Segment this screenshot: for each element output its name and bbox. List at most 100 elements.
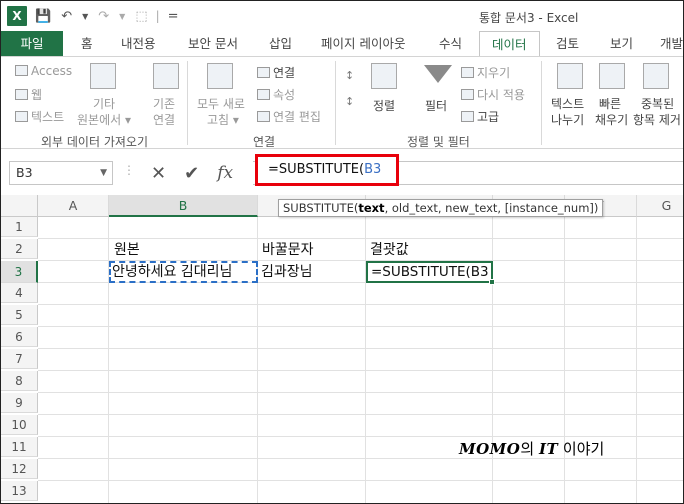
tab-security-docs[interactable]: 보안 문서: [188, 31, 238, 56]
row-header-12[interactable]: 12: [1, 459, 38, 479]
text-to-columns-icon[interactable]: [557, 63, 583, 89]
connections-icon: [257, 67, 270, 78]
properties-button[interactable]: 속성: [257, 86, 295, 103]
flash-fill-icon[interactable]: [599, 63, 625, 89]
cancel-icon[interactable]: ✕: [151, 163, 166, 184]
remove-duplicates-button[interactable]: 항목 제거: [633, 111, 681, 128]
insert-function-icon[interactable]: fx: [217, 163, 233, 183]
existing-connections-icon[interactable]: [153, 63, 179, 89]
qat-separator: |: [155, 9, 160, 23]
text-to-columns-button[interactable]: 나누기: [551, 111, 584, 128]
filter-icon[interactable]: [424, 65, 452, 83]
undo-dropdown-icon[interactable]: ▼: [80, 12, 90, 21]
column-header-b[interactable]: B: [109, 195, 258, 217]
advanced-filter-button[interactable]: 고급: [461, 108, 499, 125]
gridline: [38, 370, 683, 371]
cell-d2[interactable]: 결괏값: [367, 240, 409, 260]
tooltip-function-name: SUBSTITUTE(: [283, 201, 359, 215]
other-sources-icon[interactable]: [90, 63, 116, 89]
filter-button[interactable]: 필터: [425, 97, 447, 114]
select-all-corner[interactable]: [1, 195, 38, 217]
tab-insert[interactable]: 삽입: [269, 31, 292, 56]
formula-bar-splitter[interactable]: ⋮: [123, 163, 135, 177]
reapply-icon: [461, 89, 474, 100]
row-header-3[interactable]: 3: [1, 261, 38, 283]
blog-watermark: MOMO의 IT 이야기: [459, 438, 604, 459]
sort-za-icon[interactable]: ↕: [345, 95, 354, 108]
clear-filter-button[interactable]: 지우기: [461, 64, 510, 81]
row-header-4[interactable]: 4: [1, 283, 38, 303]
refresh-all-icon[interactable]: [207, 63, 233, 89]
column-header-g[interactable]: G: [637, 195, 683, 217]
edit-links-button[interactable]: 연결 편집: [257, 108, 321, 125]
row-header-11[interactable]: 11: [1, 437, 38, 457]
tab-page-layout[interactable]: 페이지 레이아웃: [321, 31, 405, 56]
gridline: [38, 436, 683, 437]
active-cell-d3[interactable]: [366, 261, 493, 283]
from-access-button[interactable]: Access: [15, 64, 72, 78]
row-header-10[interactable]: 10: [1, 415, 38, 435]
text-to-columns-label-1: 텍스트: [551, 97, 585, 111]
row-header-6[interactable]: 6: [1, 327, 38, 347]
function-syntax-tooltip[interactable]: SUBSTITUTE(text, old_text, new_text, [in…: [278, 199, 604, 217]
row-header-1[interactable]: 1: [1, 217, 38, 237]
tab-my-use[interactable]: 내전용: [121, 31, 156, 56]
other-sources-button[interactable]: 원본에서 ▾: [77, 111, 131, 128]
from-web-button[interactable]: 웹: [15, 86, 42, 103]
row-header-13[interactable]: 13: [1, 481, 38, 501]
formula-bar-buttons: ✕ ✔ fx: [141, 161, 251, 185]
enter-check-icon[interactable]: ✔: [184, 163, 199, 184]
sort-az-icon[interactable]: ↕: [345, 69, 354, 82]
row-header-9[interactable]: 9: [1, 393, 38, 413]
redo-dropdown-icon[interactable]: ▼: [117, 12, 127, 21]
tab-data[interactable]: 데이터: [479, 31, 540, 57]
redo-icon[interactable]: ↷: [96, 9, 111, 24]
window-title: 통합 문서3 - Excel: [479, 11, 579, 25]
gridline: [38, 326, 683, 327]
column-header-a[interactable]: A: [38, 195, 109, 217]
tooltip-remaining-arguments: , old_text, new_text, [instance_num]): [384, 201, 599, 215]
sort-button[interactable]: 정렬: [373, 97, 395, 114]
name-box[interactable]: B3 ▼: [9, 161, 113, 185]
cell-c3[interactable]: 김과장님: [258, 262, 313, 282]
from-text-button[interactable]: 텍스트: [15, 108, 64, 125]
gridline: [564, 217, 565, 503]
row-header-7[interactable]: 7: [1, 349, 38, 369]
advanced-filter-icon: [461, 111, 474, 122]
row-header-8[interactable]: 8: [1, 371, 38, 391]
tab-review[interactable]: 검토: [556, 31, 579, 56]
customize-qat-icon[interactable]: =: [166, 9, 181, 24]
existing-connections-button[interactable]: 연결: [153, 111, 175, 128]
cell-b2[interactable]: 원본: [111, 240, 140, 260]
row-header-2[interactable]: 2: [1, 239, 38, 259]
tab-developer[interactable]: 개발: [660, 31, 683, 56]
undo-icon[interactable]: ↶: [59, 9, 74, 24]
ribbon-tabs: 파일 홈 내전용 보안 문서 삽입 페이지 레이아웃 수식 데이터 검토 보기 …: [1, 31, 683, 57]
connections-button[interactable]: 연결: [257, 64, 295, 81]
name-box-dropdown-icon[interactable]: ▼: [100, 162, 107, 184]
gridline: [636, 217, 637, 503]
formula-text-highlight[interactable]: =SUBSTITUTE(B3: [255, 154, 399, 186]
fill-handle[interactable]: [489, 279, 495, 285]
gridline: [38, 348, 683, 349]
tab-view[interactable]: 보기: [610, 31, 633, 56]
excel-app-icon[interactable]: X: [7, 6, 27, 26]
gridline: [38, 238, 683, 239]
tooltip-current-argument[interactable]: text: [358, 201, 384, 215]
flash-fill-button[interactable]: 채우기: [595, 111, 628, 128]
refresh-all-button[interactable]: 고침 ▾: [207, 111, 239, 128]
advanced-filter-label: 고급: [477, 110, 500, 124]
row-header-5[interactable]: 5: [1, 305, 38, 325]
tab-file[interactable]: 파일: [1, 31, 63, 56]
watermark-it: IT: [538, 440, 559, 458]
remove-duplicates-icon[interactable]: [643, 63, 669, 89]
cell-c2[interactable]: 바꿀문자: [259, 240, 314, 260]
sort-icon[interactable]: [371, 63, 397, 89]
tab-home[interactable]: 홈: [81, 31, 93, 56]
tab-formulas[interactable]: 수식: [439, 31, 462, 56]
select-objects-icon[interactable]: ⬚: [133, 9, 149, 24]
group-label-connections: 연결: [253, 135, 276, 149]
reapply-button[interactable]: 다시 적용: [461, 86, 525, 103]
save-icon[interactable]: 💾: [33, 9, 53, 24]
text-file-icon: [15, 111, 28, 122]
